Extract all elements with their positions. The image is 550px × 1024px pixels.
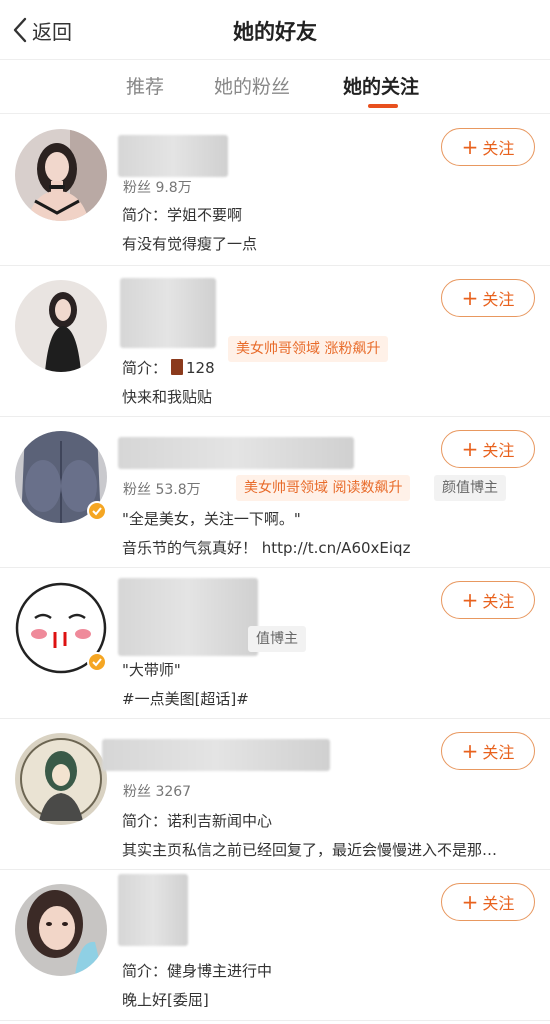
list-item[interactable]: 粉丝 53.8万 美女帅哥领域 阅读数飙升 颜值博主 "全是美女，关注一下啊。"… [0,417,550,568]
username-blurred [118,874,188,946]
avatar-image [15,733,107,825]
avatar[interactable] [15,733,107,825]
plus-icon: + [461,286,479,310]
plus-icon: + [461,437,479,461]
fans-count: 粉丝 3267 [123,784,192,800]
follow-button[interactable]: + 关注 [441,279,535,317]
back-label: 返回 [32,19,72,44]
list-item[interactable]: 简介：健身博主进行中 晚上好[委屈] + 关注 [0,870,550,1021]
back-button[interactable]: 返回 [12,14,72,46]
plus-icon: + [461,135,479,159]
list-item[interactable]: 美女帅哥领域 涨粉飙升 简介： 128 快来和我贴贴 + 关注 [0,266,550,417]
tab-bar: 推荐 她的粉丝 她的关注 [0,60,550,114]
avatar[interactable] [15,431,107,523]
fans-count: 粉丝 53.8万 [123,482,201,498]
list-item[interactable]: 值博主 "大带师" #一点美图[超话]# + 关注 [0,568,550,719]
plus-icon: + [461,890,479,914]
avatar[interactable] [15,280,107,372]
username-blurred [118,135,228,177]
recent-post: #一点美图[超话]# [122,690,249,708]
intro-text: "全是美女，关注一下啊。" [122,510,301,528]
intro-text: 简介：健身博主进行中 [122,962,273,980]
tag-badge: 颜值博主 [434,475,506,501]
follow-button[interactable]: + 关注 [441,883,535,921]
follow-button[interactable]: + 关注 [441,581,535,619]
tab-recommend[interactable]: 推荐 [126,72,164,99]
verified-badge-icon [87,501,107,521]
door-icon [171,359,184,375]
recent-post: 快来和我贴贴 [122,388,213,406]
verified-badge-icon [87,652,107,672]
plus-icon: + [461,739,479,763]
list-item[interactable]: 粉丝 3267 简介：诺利吉新闻中心 其实主页私信之前已经回复了，最近会慢慢进入… [0,719,550,870]
chevron-left-icon [13,17,27,43]
tag-badge: 美女帅哥领域 涨粉飙升 [228,336,389,362]
avatar[interactable] [15,884,107,976]
intro-text: 简介： 128 [122,359,215,377]
recent-post: 其实主页私信之前已经回复了，最近会慢慢进入不是那… [122,841,498,859]
plus-icon: + [461,588,479,612]
tab-her-following[interactable]: 她的关注 [343,72,419,99]
username-blurred [118,578,258,656]
recent-post: 晚上好[委屈] [122,991,209,1009]
recent-post: 有没有觉得瘦了一点 [122,235,258,253]
username-blurred [102,739,330,771]
avatar-image [15,884,107,976]
avatar-image [15,280,107,372]
navbar: 返回 她的好友 [0,0,550,60]
follow-button[interactable]: + 关注 [441,732,535,770]
fans-count: 粉丝 9.8万 [123,180,192,196]
avatar[interactable] [15,129,107,221]
intro-text: 简介：诺利吉新闻中心 [122,812,273,830]
tag-badge: 美女帅哥领域 阅读数飙升 [236,475,411,501]
avatar[interactable] [15,582,107,674]
follow-button[interactable]: + 关注 [441,430,535,468]
avatar-image [15,129,107,221]
username-blurred [118,437,354,469]
tag-badge: 值博主 [248,626,306,652]
intro-text: "大带师" [122,661,181,679]
list-item[interactable]: 粉丝 9.8万 简介：学姐不要啊 有没有觉得瘦了一点 + 关注 [0,115,550,266]
page-title: 她的好友 [233,20,317,44]
intro-text: 简介：学姐不要啊 [122,206,243,224]
recent-post: 音乐节的气氛真好！ http://t.cn/A60xEiqz [122,539,411,557]
follow-button[interactable]: + 关注 [441,128,535,166]
active-tab-indicator [368,104,398,108]
tab-her-fans[interactable]: 她的粉丝 [214,72,290,99]
username-blurred [120,278,216,348]
